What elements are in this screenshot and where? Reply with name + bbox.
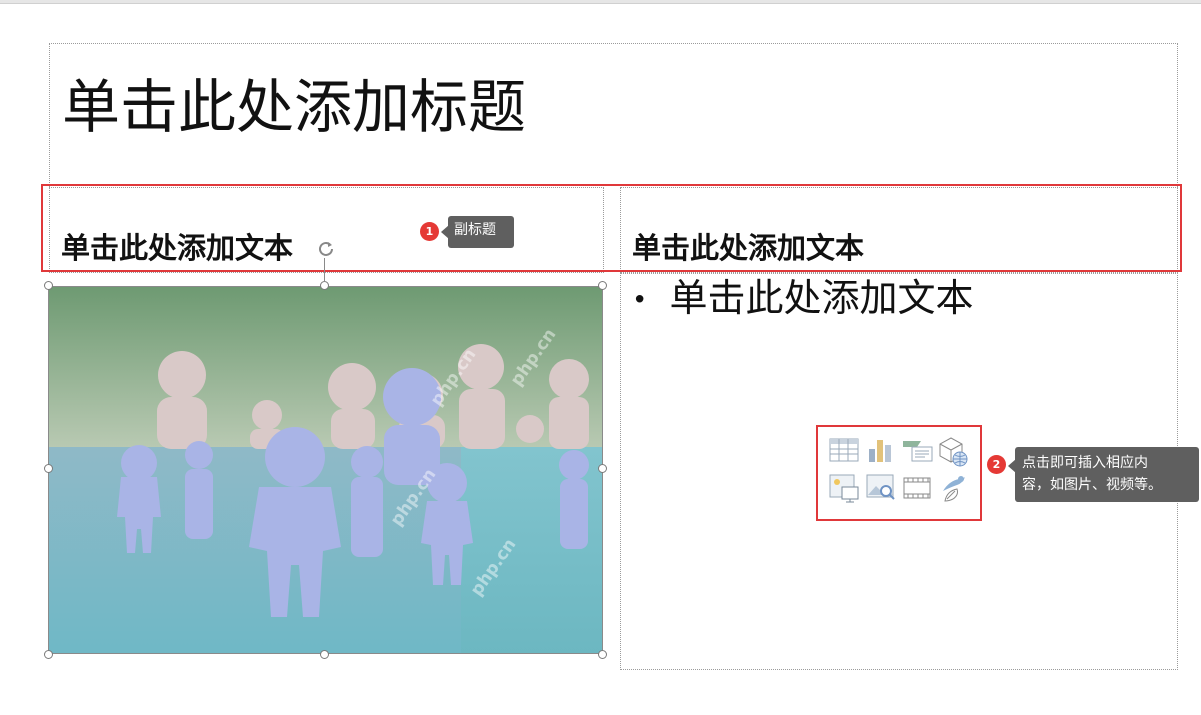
resize-handle-left[interactable] — [44, 464, 53, 473]
video-icon[interactable] — [902, 473, 934, 503]
annotation-callout-2: 点击即可插入相应内 容，如图片、视频等。 — [1015, 447, 1199, 502]
resize-handle-bottom[interactable] — [320, 650, 329, 659]
people-figures-picture: php.cn php.cn php.cn php.cn — [49, 287, 602, 653]
table-icon[interactable] — [829, 437, 861, 467]
resize-handle-bottom-left[interactable] — [44, 650, 53, 659]
resize-handle-top-right[interactable] — [598, 281, 607, 290]
bullet-list-item[interactable]: • 单击此处添加文本 — [632, 279, 973, 317]
online-picture-icon[interactable] — [866, 473, 898, 503]
annotation-badge-1: 1 — [420, 222, 439, 241]
bullet-text: 单击此处添加文本 — [669, 276, 974, 320]
title-placeholder-text[interactable]: 单击此处添加标题 — [62, 78, 526, 136]
resize-handle-top[interactable] — [320, 281, 329, 290]
resize-handle-right[interactable] — [598, 464, 607, 473]
chart-icon[interactable] — [866, 437, 898, 467]
3d-model-icon[interactable] — [937, 435, 969, 467]
annotation-callout-1: 副标题 — [448, 216, 514, 248]
rotate-handle-icon[interactable] — [315, 238, 337, 260]
annotation-callout-2-line1: 点击即可插入相应内 — [1022, 455, 1148, 471]
resize-handle-bottom-right[interactable] — [598, 650, 607, 659]
icons-icon[interactable] — [937, 471, 969, 502]
rotation-stem — [324, 258, 325, 282]
subtitle-highlight-box — [41, 184, 1182, 272]
annotation-callout-2-line2: 容，如图片、视频等。 — [1022, 477, 1162, 493]
inserted-picture[interactable]: php.cn php.cn php.cn php.cn — [48, 286, 603, 654]
bullet-marker: • — [632, 285, 648, 316]
annotation-callout-1-text: 副标题 — [454, 222, 496, 238]
picture-icon[interactable] — [829, 473, 861, 503]
resize-handle-top-left[interactable] — [44, 281, 53, 290]
smartart-icon[interactable] — [902, 437, 934, 467]
annotation-badge-2: 2 — [987, 455, 1006, 474]
window-top-edge — [0, 0, 1201, 4]
